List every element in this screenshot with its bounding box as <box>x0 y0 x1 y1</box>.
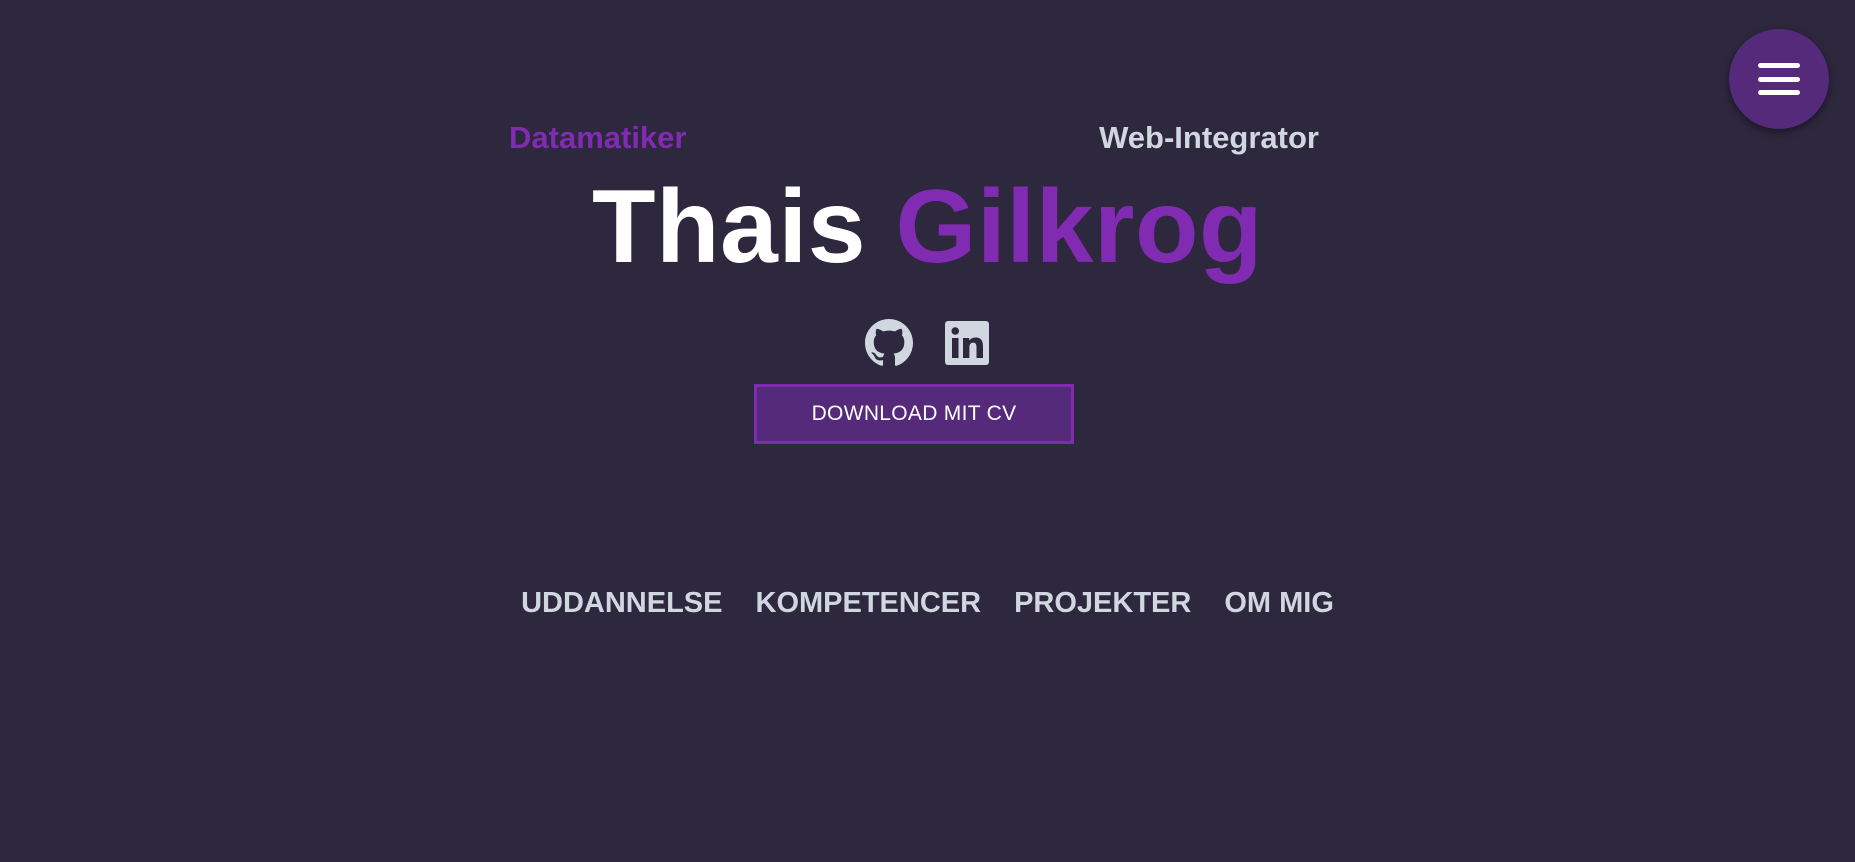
subtitle-web-integrator: Web-Integrator <box>1099 120 1319 155</box>
first-name: Thais <box>591 169 867 285</box>
hero-name: Thais Gilkrog <box>0 167 1855 287</box>
section-nav: UDDANNELSE KOMPETENCER PROJEKTER OM MIG <box>0 583 1855 623</box>
subtitle-datamatiker: Datamatiker <box>509 120 687 155</box>
nav-item-uddannelse[interactable]: UDDANNELSE <box>521 583 722 623</box>
social-links <box>0 319 1855 367</box>
download-cv-button[interactable]: DOWNLOAD MIT CV <box>754 384 1074 444</box>
nav-item-om-mig[interactable]: OM MIG <box>1224 583 1334 623</box>
landing-page: Datamatiker Web-Integrator Thais Gilkrog… <box>0 0 1855 862</box>
menu-toggle-button[interactable] <box>1729 29 1829 129</box>
nav-item-projekter[interactable]: PROJEKTER <box>1014 583 1191 623</box>
linkedin-link[interactable] <box>943 319 991 367</box>
hamburger-icon <box>1758 63 1800 95</box>
last-name: Gilkrog <box>895 169 1264 285</box>
nav-item-kompetencer[interactable]: KOMPETENCER <box>756 583 982 623</box>
linkedin-icon <box>944 321 989 365</box>
github-link[interactable] <box>864 319 913 367</box>
github-icon <box>864 319 913 366</box>
